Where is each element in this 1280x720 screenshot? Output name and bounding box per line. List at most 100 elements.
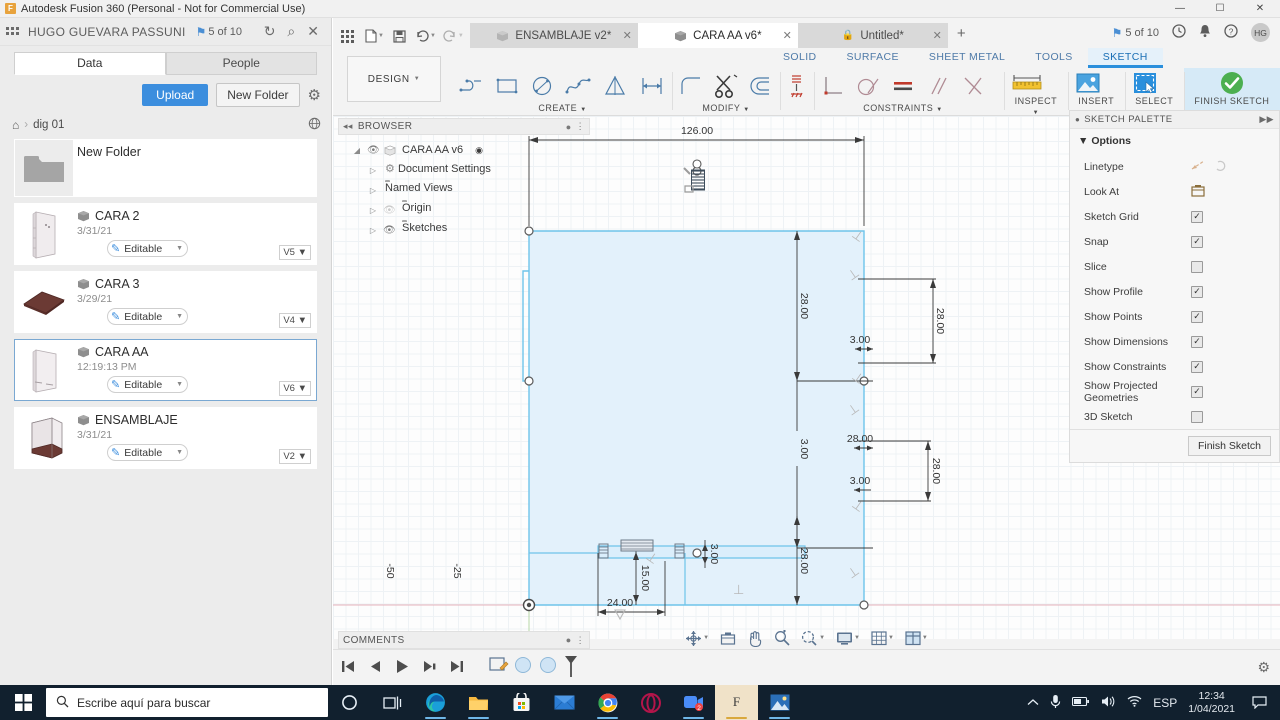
breadcrumb-folder[interactable]: dig 01 xyxy=(33,119,64,131)
ribbon-tab-surface[interactable]: SURFACE xyxy=(832,48,914,68)
notifications-bell-icon[interactable] xyxy=(1199,24,1211,41)
status-badge[interactable]: ✎ Editable ▼ xyxy=(107,240,189,257)
look-at-icon[interactable] xyxy=(720,631,736,646)
select-window-icon[interactable] xyxy=(1131,70,1159,96)
expand-panel-icon[interactable]: ▶▶ xyxy=(1259,114,1274,125)
spline-icon[interactable] xyxy=(564,74,592,98)
eye-icon[interactable]: 👁 xyxy=(367,145,380,156)
new-document-button[interactable]: + xyxy=(948,25,975,48)
mirror-icon[interactable] xyxy=(601,74,629,98)
start-button[interactable] xyxy=(0,685,46,720)
expand-caret-icon[interactable]: ▷ xyxy=(368,186,378,195)
finish-check-icon[interactable] xyxy=(1219,70,1245,96)
fillet-icon[interactable] xyxy=(678,74,704,98)
mail-icon[interactable] xyxy=(543,685,586,720)
ribbon-tab-solid[interactable]: SOLID xyxy=(768,48,832,68)
list-item[interactable]: ENSAMBLAJE 3/31/21 ✎ Editable ▼ V2 ▼ xyxy=(14,407,317,469)
zoom-icon[interactable] xyxy=(774,630,790,646)
refresh-icon[interactable]: ↻ xyxy=(264,23,276,40)
version-badge[interactable]: V6 ▼ xyxy=(279,381,311,396)
job-status-icon[interactable] xyxy=(1172,24,1186,41)
minimize-button[interactable]: — xyxy=(1160,0,1200,18)
quota-indicator[interactable]: ⚑ 5 of 10 xyxy=(1112,26,1159,40)
show-projected-geometries-checkbox[interactable]: ✓ xyxy=(1191,385,1203,398)
expand-caret-icon[interactable]: ▷ xyxy=(368,206,378,215)
quota-indicator[interactable]: ⚑ 5 of 10 xyxy=(196,25,242,39)
microphone-icon[interactable] xyxy=(1050,694,1061,712)
expand-caret-icon[interactable]: ◢ xyxy=(352,146,362,155)
step-forward-icon[interactable] xyxy=(423,660,436,676)
circle-icon[interactable] xyxy=(529,74,555,98)
eye-icon[interactable]: 👁 xyxy=(383,205,396,216)
coincident-icon[interactable] xyxy=(960,74,986,98)
list-item[interactable]: CARA 2 3/31/21 ✎ Editable ▼ V5 ▼ xyxy=(14,203,317,265)
clock[interactable]: 12:34 1/04/2021 xyxy=(1188,690,1235,716)
show-profile-checkbox[interactable]: ✓ xyxy=(1191,285,1203,298)
gear-icon[interactable]: ⚙ xyxy=(1257,659,1280,676)
volume-icon[interactable] xyxy=(1101,695,1116,711)
ribbon-group-finish-sketch[interactable]: FINISH SKETCH ▼ xyxy=(1183,68,1280,116)
avatar[interactable]: HG xyxy=(1251,23,1270,42)
redo-icon[interactable]: ▼ xyxy=(443,30,464,42)
tab-people[interactable]: People xyxy=(165,52,317,75)
component-activate-icon[interactable]: ◉ xyxy=(475,145,483,156)
close-icon[interactable]: ✕ xyxy=(623,29,632,42)
action-center-icon[interactable] xyxy=(1246,696,1272,709)
new-folder-button[interactable]: New Folder xyxy=(216,83,300,107)
close-icon[interactable]: ✕ xyxy=(783,29,792,42)
trim-scissors-icon[interactable] xyxy=(713,73,739,99)
help-icon[interactable]: ? xyxy=(1224,24,1238,41)
minimize-panel-icon[interactable]: ● xyxy=(1075,115,1080,124)
perpendicular-icon[interactable] xyxy=(820,74,846,98)
battery-icon[interactable] xyxy=(1072,696,1090,710)
expand-caret-icon[interactable]: ▷ xyxy=(368,226,378,235)
browser-row-document-settings[interactable]: ▷ ⚙ Document Settings xyxy=(338,160,590,180)
show-data-panel-icon[interactable] xyxy=(341,29,354,43)
globe-icon[interactable] xyxy=(308,117,321,133)
fusion360-icon[interactable]: F xyxy=(715,685,758,720)
measure-icon[interactable] xyxy=(1010,70,1044,96)
equal-icon[interactable] xyxy=(890,74,916,98)
chrome-icon[interactable] xyxy=(586,685,629,720)
account-name[interactable]: HUGO GUEVARA PASSUNI xyxy=(28,25,186,39)
ribbon-group-create-label[interactable]: CREATE ▼ xyxy=(459,103,666,116)
finish-sketch-button[interactable]: Finish Sketch xyxy=(1187,436,1271,456)
document-tab-ensamblaje[interactable]: ENSAMBLAJE v2* ✕ xyxy=(469,23,638,48)
options-section-header[interactable]: ▼ Options xyxy=(1070,135,1279,154)
status-badge[interactable]: ✎ Editable ▼ xyxy=(107,308,189,325)
edge-icon[interactable] xyxy=(414,685,457,720)
zoom-window-icon[interactable]: ▼ xyxy=(801,630,825,646)
tab-data[interactable]: Data xyxy=(14,52,166,75)
skip-end-icon[interactable] xyxy=(450,660,464,676)
line-icon[interactable] xyxy=(459,74,485,98)
ribbon-group-modify-label[interactable]: MODIFY ▼ xyxy=(678,103,774,116)
file-explorer-icon[interactable] xyxy=(457,685,500,720)
sketch-dimension-icon[interactable] xyxy=(638,74,666,98)
play-icon[interactable] xyxy=(395,659,409,677)
snap-checkbox[interactable]: ✓ xyxy=(1191,235,1203,248)
zoom-icon[interactable]: 2 xyxy=(672,685,715,720)
document-tab-untitled[interactable]: 🔒 Untitled* ✕ xyxy=(797,23,948,48)
save-icon[interactable] xyxy=(393,29,406,43)
list-item-selected[interactable]: CARA AA 12:19:13 PM ✎ Editable ▼ V6 ▼ xyxy=(14,339,317,401)
step-back-icon[interactable] xyxy=(369,660,381,676)
panel-grip-icon[interactable]: ⋮ xyxy=(576,121,585,132)
version-badge[interactable]: V2 ▼ xyxy=(279,449,311,464)
3d-sketch-checkbox[interactable] xyxy=(1191,410,1203,423)
file-menu-icon[interactable]: ▼ xyxy=(365,29,384,43)
extrude-feature-icon[interactable] xyxy=(538,656,559,679)
collapse-panel-icon[interactable]: ◂◂ xyxy=(343,121,353,132)
skip-start-icon[interactable] xyxy=(341,660,355,676)
status-badge[interactable]: ✎ Editable ▼ xyxy=(107,444,189,461)
design-workspace-button[interactable]: DESIGN ▼ xyxy=(347,56,441,102)
look-at-icon[interactable] xyxy=(1191,184,1205,200)
extrude-feature-icon[interactable] xyxy=(513,656,534,679)
list-item[interactable]: New Folder xyxy=(14,139,317,197)
ribbon-tab-sheet-metal[interactable]: SHEET METAL xyxy=(914,48,1020,68)
viewports-icon[interactable]: ▼ xyxy=(905,630,928,646)
task-view-icon[interactable] xyxy=(371,685,414,720)
browser-row-sketches[interactable]: ▷ 👁 Sketches xyxy=(338,220,590,240)
photos-icon[interactable] xyxy=(758,685,801,720)
version-badge[interactable]: V4 ▼ xyxy=(279,313,311,328)
ribbon-tab-tools[interactable]: TOOLS xyxy=(1020,48,1087,68)
